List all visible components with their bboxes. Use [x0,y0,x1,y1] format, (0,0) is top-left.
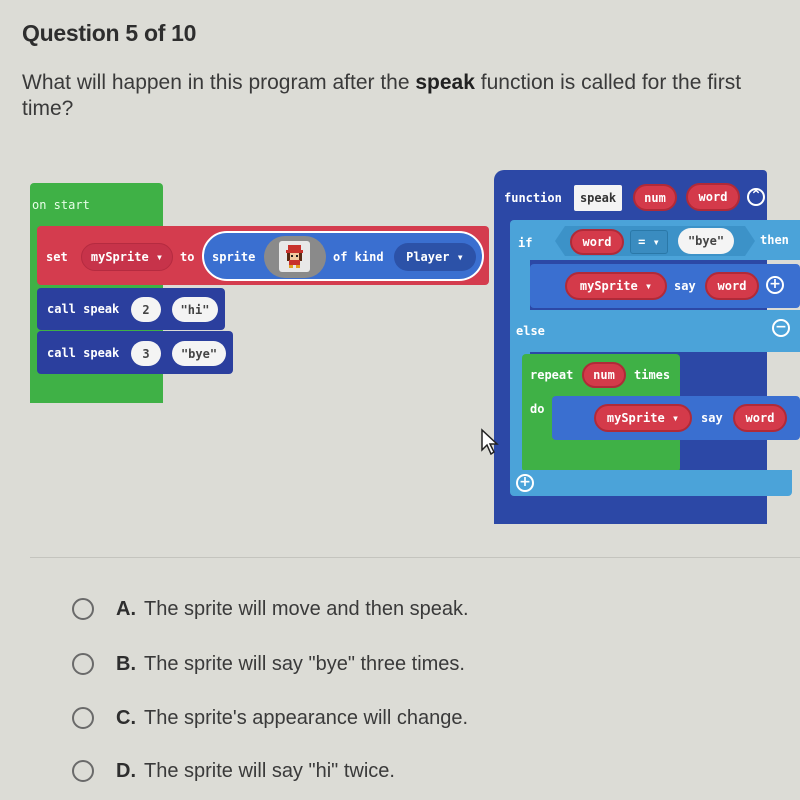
question-prompt: What will happen in this program after t… [22,70,792,122]
sprite-variable-name: mySprite [606,411,665,425]
option-letter: B. [116,652,136,675]
call-speak-label: call speak [47,346,120,360]
condition-right[interactable]: "bye" [678,228,734,254]
divider [30,557,800,558]
sprite-label: sprite [212,250,256,264]
sprite-image-slot[interactable] [264,236,326,278]
option-text: The sprite will say "bye" three times. [144,652,465,675]
sprite-variable-dropdown[interactable]: mySprite ▾ [594,404,692,432]
to-label: to [180,250,195,264]
num-argument[interactable]: 3 [131,341,161,366]
call-speak-label: call speak [47,302,120,316]
option-letter: A. [116,597,136,620]
of-kind-label: of kind [333,250,384,264]
option-b[interactable]: B. The sprite will say "bye" three times… [72,649,465,679]
option-text: The sprite will say "hi" twice. [144,759,395,782]
kind-dropdown[interactable]: Player ▾ [394,243,476,271]
say-label: say [674,279,696,293]
sprite-image [279,241,310,272]
kind-value: Player [406,250,450,264]
condition-left[interactable]: word [570,229,624,255]
say-argument[interactable]: word [705,272,759,300]
option-a[interactable]: A. The sprite will move and then speak. [72,594,469,624]
character-icon [286,245,303,268]
option-letter: C. [116,706,136,729]
add-argument-icon[interactable]: + [766,276,784,294]
param-word[interactable]: word [686,183,740,211]
function-name-field[interactable]: speak [574,185,622,211]
option-d[interactable]: D. The sprite will say "hi" twice. [72,756,395,786]
say-argument[interactable]: word [733,404,787,432]
function-label: function [504,191,562,205]
operator-dropdown[interactable]: = ▾ [630,230,668,254]
prompt-text: What will happen in this program after t… [22,71,416,94]
radio-button[interactable] [72,707,94,729]
if-label: if [518,236,533,250]
repeat-count[interactable]: num [582,362,626,388]
repeat-label: repeat [530,368,574,382]
remove-else-icon[interactable]: − [772,319,790,337]
say-label: say [701,411,723,425]
variable-name: mySprite [90,250,149,264]
do-label: do [530,402,545,416]
sprite-variable-dropdown[interactable]: mySprite ▾ [565,272,667,300]
prompt-keyword: speak [415,71,475,94]
times-label: times [634,368,671,382]
if-block-bottom [510,470,792,496]
set-label: set [46,250,68,264]
on-start-label: on start [32,198,90,212]
option-c[interactable]: C. The sprite's appearance will change. [72,703,468,733]
word-argument[interactable]: "hi" [172,297,218,322]
param-num[interactable]: num [633,184,677,211]
mouse-cursor-icon [481,428,499,456]
option-letter: D. [116,759,136,782]
collapse-params-icon[interactable]: ⌃ [747,188,765,206]
else-label: else [516,324,545,338]
radio-button[interactable] [72,598,94,620]
else-row [510,310,800,352]
operator-value: = [638,235,646,249]
sprite-variable-name: mySprite [579,279,638,293]
then-label: then [760,233,789,247]
question-number: Question 5 of 10 [22,20,197,46]
variable-dropdown[interactable]: mySprite ▾ [81,243,173,271]
num-argument[interactable]: 2 [131,297,161,322]
option-text: The sprite's appearance will change. [144,706,469,729]
add-else-if-icon[interactable]: + [516,474,534,492]
radio-button[interactable] [72,760,94,782]
option-text: The sprite will move and then speak. [144,597,469,620]
word-argument[interactable]: "bye" [172,341,226,366]
radio-button[interactable] [72,653,94,675]
